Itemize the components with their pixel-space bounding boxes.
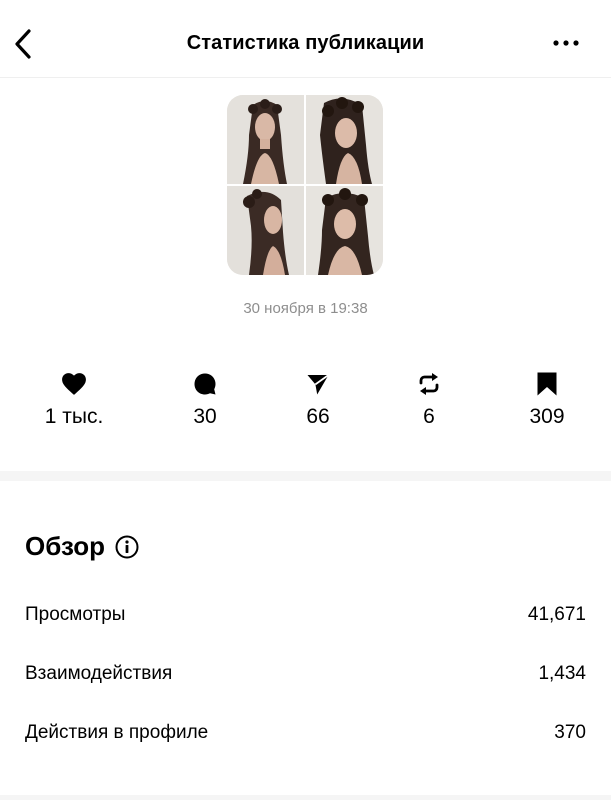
metric-comments: 30 — [150, 370, 260, 429]
overview-header: Обзор — [25, 531, 139, 562]
repost-icon — [419, 373, 439, 395]
metric-likes-value: 1 тыс. — [44, 405, 104, 428]
page-title: Статистика публикации — [186, 32, 425, 54]
overview-row-value: 1,434 — [538, 663, 586, 684]
top-bar: Статистика публикации — [0, 0, 611, 78]
overview-row-label: Действия в профиле — [25, 722, 209, 743]
send-icon — [307, 374, 330, 395]
metric-reposts: 6 — [374, 370, 484, 429]
overview-row-views[interactable]: Просмотры 41,671 — [25, 604, 586, 626]
overview-row-label: Просмотры — [25, 604, 126, 625]
thumbnail-photo-2 — [306, 95, 383, 184]
info-button[interactable] — [115, 535, 139, 559]
metric-comments-value: 30 — [193, 405, 217, 428]
post-date: 30 ноября в 19:38 — [243, 300, 368, 317]
bookmark-icon — [537, 372, 557, 396]
comment-icon — [194, 373, 216, 395]
metric-saves-value: 309 — [529, 405, 565, 428]
section-divider — [0, 471, 611, 481]
overview-row-value: 370 — [554, 722, 586, 743]
metric-shares-value: 66 — [306, 405, 330, 428]
overview-row-label: Взаимодействия — [25, 663, 173, 684]
thumbnail-photo-3 — [227, 186, 304, 275]
bottom-divider — [0, 795, 611, 800]
metric-reposts-value: 6 — [423, 405, 435, 428]
post-thumbnail[interactable] — [227, 95, 383, 275]
thumbnail-photo-4 — [306, 186, 383, 275]
engagement-metrics: 1 тыс. 30 66 6 309 — [0, 370, 611, 440]
metric-shares: 66 — [263, 370, 373, 429]
thumbnail-photo-1 — [227, 95, 304, 184]
overview-title: Обзор — [25, 531, 105, 561]
overview-row-value: 41,671 — [527, 604, 586, 625]
more-horizontal-icon — [553, 40, 579, 46]
overview-row-profile-actions[interactable]: Действия в профиле 370 — [25, 722, 586, 744]
more-options-button[interactable] — [551, 31, 581, 55]
overview-row-interactions[interactable]: Взаимодействия 1,434 — [25, 663, 586, 685]
metric-likes: 1 тыс. — [19, 370, 129, 429]
heart-icon — [62, 373, 86, 395]
metric-saves: 309 — [492, 370, 602, 429]
info-icon — [115, 535, 139, 558]
